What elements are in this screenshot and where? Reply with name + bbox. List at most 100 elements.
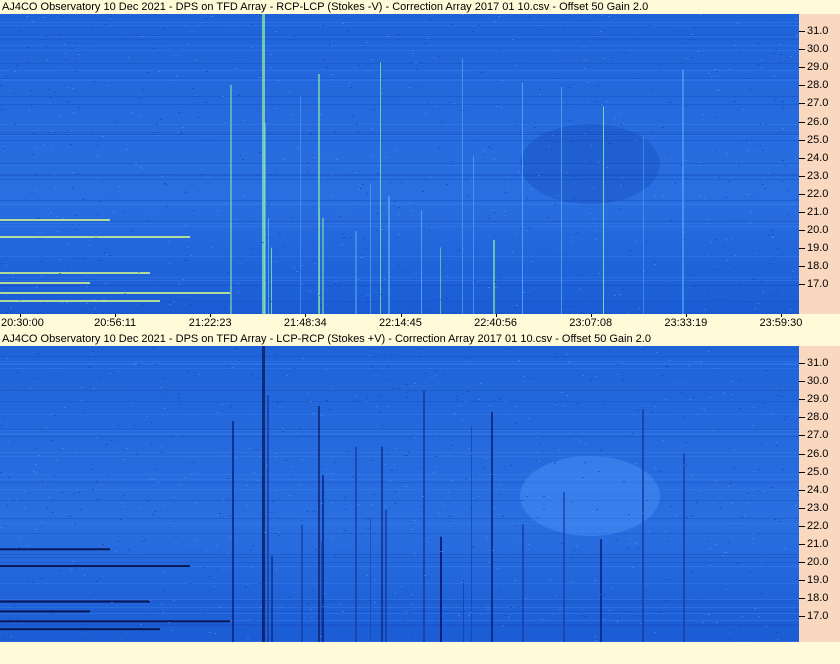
time-label: 22:40:56 bbox=[474, 317, 517, 329]
burst-streak bbox=[643, 136, 644, 314]
noise-speck bbox=[319, 442, 321, 443]
noise-speck bbox=[327, 258, 329, 259]
noise-speck bbox=[193, 210, 195, 211]
noise-speck bbox=[312, 590, 314, 591]
noise-speck bbox=[611, 587, 613, 588]
noise-speck bbox=[428, 309, 430, 310]
noise-speck bbox=[792, 278, 794, 279]
noise-speck bbox=[458, 405, 460, 406]
noise-speck bbox=[635, 241, 637, 242]
noise-speck bbox=[593, 188, 595, 189]
spectrogram-row bbox=[0, 78, 799, 79]
noise-speck bbox=[182, 127, 184, 128]
interference-line bbox=[0, 219, 110, 221]
noise-speck bbox=[81, 309, 83, 310]
noise-speck bbox=[139, 98, 141, 99]
spectrogram-row bbox=[0, 175, 799, 176]
noise-speck bbox=[515, 65, 517, 66]
noise-speck bbox=[343, 109, 345, 110]
noise-speck bbox=[349, 82, 351, 83]
noise-speck bbox=[764, 178, 766, 179]
frequency-label: 23.0 bbox=[807, 169, 829, 182]
burst-streak bbox=[561, 86, 562, 314]
noise-speck bbox=[461, 231, 463, 232]
noise-speck bbox=[571, 502, 573, 503]
noise-speck bbox=[150, 444, 152, 445]
noise-speck bbox=[186, 43, 188, 44]
noise-speck bbox=[739, 408, 741, 409]
noise-speck bbox=[406, 384, 408, 385]
noise-speck bbox=[207, 183, 209, 184]
noise-speck bbox=[366, 42, 368, 43]
noise-speck bbox=[117, 541, 119, 542]
noise-speck bbox=[727, 131, 729, 132]
noise-speck bbox=[571, 557, 573, 558]
noise-speck bbox=[543, 496, 545, 497]
noise-speck bbox=[117, 425, 119, 426]
frequency-label: 31.0 bbox=[807, 357, 829, 369]
noise-speck bbox=[72, 561, 74, 562]
noise-speck bbox=[412, 386, 414, 387]
noise-speck bbox=[120, 519, 122, 520]
noise-speck bbox=[124, 211, 126, 212]
noise-speck bbox=[208, 576, 210, 577]
noise-speck bbox=[529, 228, 531, 229]
noise-speck bbox=[762, 292, 764, 293]
noise-speck bbox=[524, 133, 526, 134]
noise-speck bbox=[367, 302, 369, 303]
noise-speck bbox=[372, 156, 374, 157]
noise-speck bbox=[123, 459, 125, 460]
noise-speck bbox=[650, 131, 652, 132]
noise-speck bbox=[362, 184, 364, 185]
noise-speck bbox=[154, 511, 156, 512]
noise-speck bbox=[128, 549, 130, 550]
noise-speck bbox=[528, 544, 530, 545]
noise-speck bbox=[587, 506, 589, 507]
noise-speck bbox=[338, 531, 340, 532]
noise-speck bbox=[579, 289, 581, 290]
burst-streak bbox=[642, 409, 644, 642]
noise-speck bbox=[582, 497, 584, 498]
noise-speck bbox=[313, 157, 315, 158]
noise-speck bbox=[274, 490, 276, 491]
noise-speck bbox=[235, 348, 237, 349]
noise-speck bbox=[474, 475, 476, 476]
noise-speck bbox=[700, 14, 702, 15]
noise-speck bbox=[654, 406, 656, 407]
noise-speck bbox=[93, 81, 95, 82]
noise-speck bbox=[526, 230, 528, 231]
noise-speck bbox=[516, 125, 518, 126]
noise-speck bbox=[446, 184, 448, 185]
noise-speck bbox=[191, 409, 193, 410]
spectrogram-row bbox=[0, 223, 799, 224]
noise-speck bbox=[436, 437, 438, 438]
noise-speck bbox=[138, 364, 140, 365]
noise-speck bbox=[301, 520, 303, 521]
noise-speck bbox=[191, 473, 193, 474]
frequency-tick bbox=[799, 399, 805, 401]
noise-speck bbox=[409, 202, 411, 203]
noise-speck bbox=[180, 484, 182, 485]
noise-speck bbox=[603, 38, 605, 39]
noise-speck bbox=[372, 460, 374, 461]
time-label: 20:30:00 bbox=[1, 317, 44, 329]
noise-speck bbox=[684, 239, 686, 240]
noise-speck bbox=[754, 308, 756, 309]
noise-speck bbox=[468, 448, 470, 449]
noise-speck bbox=[40, 578, 42, 579]
noise-speck bbox=[646, 500, 648, 501]
noise-speck bbox=[300, 263, 302, 264]
noise-speck bbox=[702, 114, 704, 115]
noise-speck bbox=[731, 238, 733, 239]
noise-speck bbox=[577, 232, 579, 233]
burst-streak bbox=[491, 412, 493, 642]
frequency-label: 30.0 bbox=[807, 375, 829, 388]
noise-speck bbox=[389, 480, 391, 481]
noise-speck bbox=[369, 355, 371, 356]
noise-speck bbox=[398, 34, 400, 35]
noise-speck bbox=[303, 517, 305, 518]
noise-speck bbox=[96, 437, 98, 438]
noise-speck bbox=[356, 395, 358, 396]
noise-speck bbox=[720, 508, 722, 509]
noise-speck bbox=[365, 401, 367, 402]
